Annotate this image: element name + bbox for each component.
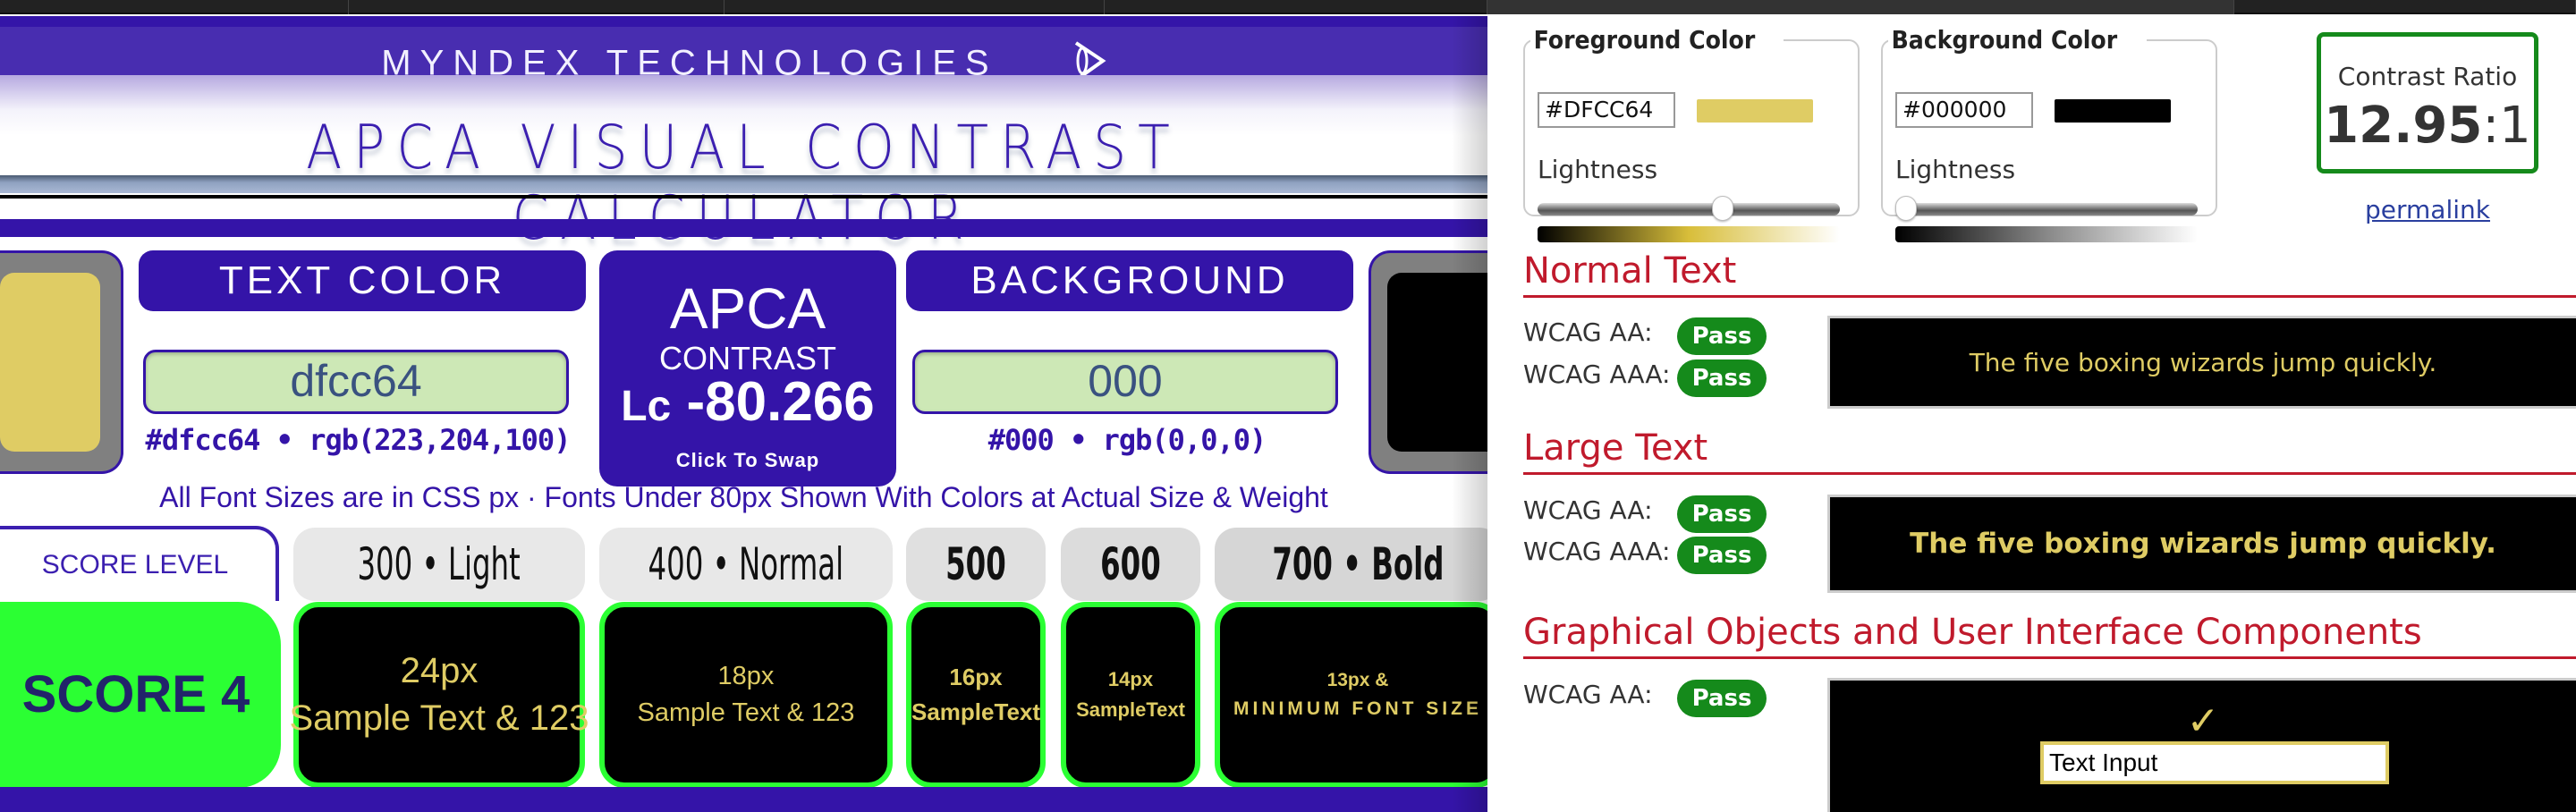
- weight-label: 600: [1100, 538, 1161, 590]
- background-legend: Background Color: [1891, 25, 2118, 55]
- wcag-aaa-label: WCAG AAA:: [1523, 359, 1671, 389]
- background-hex-input[interactable]: #000000: [1895, 92, 2033, 128]
- weight-label: 700 • Bold: [1271, 538, 1445, 590]
- background-lightness-label: Lightness: [1895, 155, 2016, 184]
- normal-text-heading: Normal Text: [1523, 250, 2576, 298]
- background-color-swatch: [1368, 250, 1487, 474]
- wcag-aa-label: WCAG AA:: [1523, 317, 1653, 347]
- background-color-swatch-fill: [1387, 273, 1487, 452]
- sample-text: Sample Text & 123: [289, 698, 589, 738]
- sample-size: 24px: [400, 651, 479, 690]
- brand-header: MYNDEX TECHNOLOGIES: [0, 16, 1487, 83]
- foreground-color-picker[interactable]: [1697, 99, 1813, 123]
- weight-label: 300 • Light: [357, 538, 521, 590]
- sample-14px: 14px SampleText: [1061, 602, 1200, 788]
- sample-size: 18px: [717, 662, 775, 690]
- score-badge: SCORE 4: [0, 602, 281, 788]
- weight-label: 400 • Normal: [648, 538, 844, 590]
- wcag-aaa-pass-badge: Pass: [1677, 359, 1767, 397]
- sample-text: SampleText: [911, 698, 1041, 725]
- browser-tab[interactable]: [1105, 0, 1487, 14]
- checkmark-icon: ✓: [2186, 698, 2220, 744]
- background-color-group: Background Color #000000 Lightness: [1881, 25, 2217, 242]
- contrast-ratio-value: 12.95:1: [2321, 97, 2534, 155]
- browser-tab-active[interactable]: [1487, 0, 2234, 14]
- wcag-aa-pass-badge: Pass: [1677, 317, 1767, 355]
- lc-symbol: Lc: [621, 383, 672, 430]
- foreground-lightness-slider[interactable]: [1538, 203, 1840, 216]
- title-area: APCA VISUAL CONTRAST CALCULATOR: [0, 75, 1487, 254]
- background-color-picker[interactable]: [2055, 99, 2171, 123]
- divider-band: [0, 219, 1487, 237]
- foreground-hex-input[interactable]: #DFCC64: [1538, 92, 1675, 128]
- foreground-lightness-gradient: [1538, 226, 1840, 242]
- wcag-aa-label: WCAG AA:: [1523, 495, 1653, 525]
- weight-tab-300: 300 • Light: [293, 528, 585, 601]
- weight-tab-500: 500: [906, 528, 1046, 601]
- weight-tab-400: 400 • Normal: [599, 528, 893, 601]
- text-color-swatch: [0, 250, 123, 474]
- foreground-lightness-label: Lightness: [1538, 155, 1658, 184]
- sample-text: MINIMUM FONT SIZE: [1233, 698, 1482, 719]
- browser-tab[interactable]: [0, 0, 349, 14]
- sample-size: 16px: [949, 664, 1003, 690]
- weight-tab-700: 700 • Bold: [1215, 528, 1487, 601]
- wcag-aa-pass-badge: Pass: [1677, 680, 1767, 717]
- ui-component-preview: ✓ Text Input: [1827, 678, 2576, 812]
- score-level-tab: SCORE LEVEL: [0, 526, 279, 601]
- background-header: BACKGROUND: [906, 250, 1353, 311]
- sample-size: 14px: [1107, 668, 1154, 690]
- sample-13px: 13px & MINIMUM FONT SIZE: [1215, 602, 1487, 788]
- background-lightness-gradient: [1895, 226, 2198, 242]
- sample-text-input[interactable]: Text Input: [2040, 741, 2389, 784]
- ratio-number: 12.95: [2324, 97, 2483, 155]
- sample-size: 13px &: [1326, 670, 1389, 690]
- foreground-color-group: Foreground Color #DFCC64 Lightness: [1523, 25, 1860, 242]
- ratio-suffix: :1: [2482, 97, 2531, 155]
- apca-lc-value: Lc -80.266: [599, 370, 896, 434]
- divider-line: [0, 195, 1487, 199]
- browser-tab-strip: [0, 0, 2576, 14]
- wcag-aa-label: WCAG AA:: [1523, 680, 1653, 709]
- sample-text: SampleText: [1076, 698, 1185, 721]
- sample-16px: 16px SampleText: [906, 602, 1046, 788]
- foreground-legend: Foreground Color: [1533, 25, 1756, 55]
- sample-24px: 24px Sample Text & 123: [289, 602, 589, 788]
- sample-text: Sample Text & 123: [637, 698, 855, 727]
- text-color-swatch-fill: [0, 273, 100, 452]
- apca-title: APCA: [669, 276, 826, 341]
- font-size-note: All Font Sizes are in CSS px · Fonts Und…: [159, 481, 1328, 513]
- wcag-aa-pass-badge: Pass: [1677, 495, 1767, 533]
- lc-value: -80.266: [686, 371, 875, 433]
- contrast-ratio-label: Contrast Ratio: [2337, 62, 2518, 91]
- browser-tab[interactable]: [724, 0, 1105, 14]
- wcag-aaa-pass-badge: Pass: [1677, 537, 1767, 574]
- browser-tab[interactable]: [349, 0, 724, 14]
- text-color-caption: #dfcc64 • rgb(223,204,100): [145, 423, 572, 457]
- apca-calculator-panel: MYNDEX TECHNOLOGIES APCA VISUAL CONTRAST…: [0, 16, 1487, 812]
- footer-band: [0, 787, 1487, 812]
- weight-tab-600: 600: [1061, 528, 1200, 601]
- background-color-caption: #000 • rgb(0,0,0): [987, 423, 1267, 457]
- browser-tab[interactable]: [2234, 0, 2576, 14]
- permalink-link[interactable]: permalink: [2317, 195, 2538, 224]
- background-color-input[interactable]: 000: [912, 350, 1338, 414]
- background-lightness-slider[interactable]: [1895, 203, 2198, 216]
- contrast-ratio-box: Contrast Ratio 12.95:1: [2317, 32, 2538, 173]
- weight-label: 500: [945, 538, 1006, 590]
- normal-text-preview: The five boxing wizards jump quickly.: [1827, 316, 2576, 409]
- text-color-input[interactable]: dfcc64: [143, 350, 569, 414]
- wcag-checker-panel: Foreground Color #DFCC64 Lightness Backg…: [1487, 16, 2576, 812]
- sample-18px: 18px Sample Text & 123: [599, 602, 893, 788]
- swap-label: Click To Swap: [675, 449, 820, 471]
- graphical-objects-heading: Graphical Objects and User Interface Com…: [1523, 612, 2576, 659]
- background-lightness-thumb[interactable]: [1895, 196, 1917, 221]
- large-text-heading: Large Text: [1523, 427, 2576, 475]
- text-color-header: TEXT COLOR: [139, 250, 586, 311]
- divider-bar: [0, 175, 1487, 193]
- foreground-lightness-thumb[interactable]: [1711, 196, 1733, 221]
- large-text-preview: The five boxing wizards jump quickly.: [1827, 495, 2576, 593]
- apca-contrast-swap-button[interactable]: APCA CONTRAST Lc -80.266 Click To Swap: [599, 250, 896, 486]
- wcag-aaa-label: WCAG AAA:: [1523, 537, 1671, 566]
